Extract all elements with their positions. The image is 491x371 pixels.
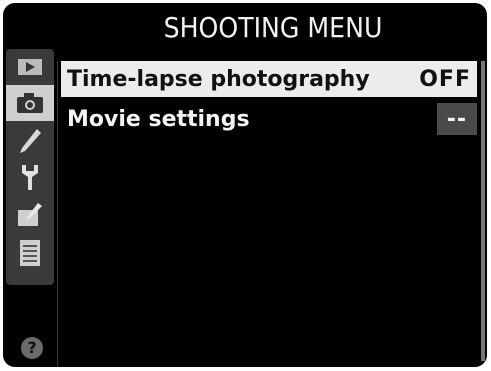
camera-menu-screen: SHOOTING MENU Time-lapse photography OFF… [3, 3, 487, 367]
playback-icon [18, 59, 42, 75]
menu-title: SHOOTING MENU [163, 11, 383, 44]
recent-settings-tab[interactable] [12, 239, 48, 267]
menu-item-time-lapse[interactable]: Time-lapse photography OFF [61, 61, 477, 97]
setup-tab[interactable] [12, 163, 48, 191]
menu-item-label: Movie settings [67, 106, 250, 132]
menu-item-movie-settings[interactable]: Movie settings -- [61, 101, 477, 137]
pencil-icon [20, 129, 41, 153]
custom-settings-tab[interactable] [12, 127, 48, 155]
menu-item-value: OFF [419, 66, 471, 92]
camera-icon [17, 93, 43, 113]
help-icon[interactable]: ? [21, 337, 43, 359]
retouch-tab[interactable] [12, 201, 48, 229]
wrench-icon [22, 165, 38, 190]
playback-tab[interactable] [12, 53, 48, 81]
menu-sidebar [6, 49, 54, 285]
recent-settings-icon [20, 240, 40, 266]
menu-item-value: -- [436, 103, 477, 135]
shooting-tab[interactable] [6, 85, 54, 121]
scrollbar[interactable] [481, 61, 485, 361]
scroll-thumb[interactable] [481, 61, 485, 361]
menu-list: Time-lapse photography OFF Movie setting… [57, 61, 477, 367]
menu-item-label: Time-lapse photography [67, 66, 370, 92]
retouch-icon [18, 203, 42, 226]
